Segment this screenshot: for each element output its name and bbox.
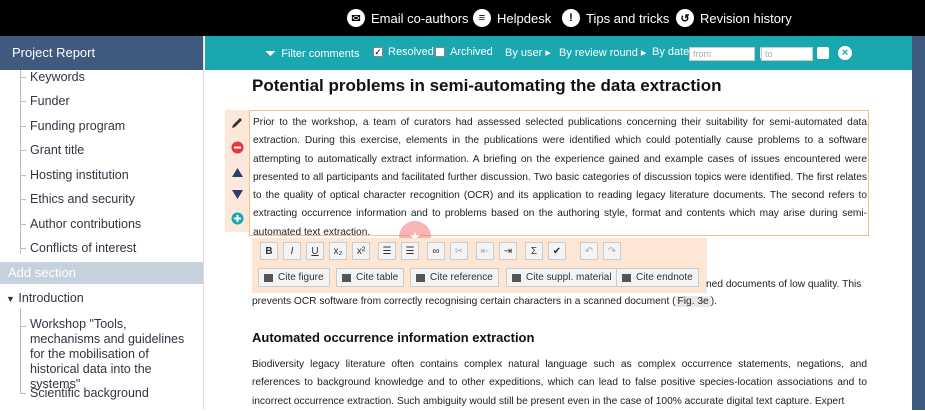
- paragraph-tools: [225, 110, 249, 232]
- by-user-button[interactable]: By user ▸: [505, 46, 551, 59]
- sidebar-item-conflicts[interactable]: Conflicts of interest: [30, 241, 136, 256]
- chat-icon: ≡: [473, 9, 491, 27]
- funnel-icon: ⏷: [265, 45, 277, 61]
- close-filter-icon[interactable]: ×: [838, 46, 852, 60]
- italic-button[interactable]: I: [283, 242, 301, 260]
- table-icon: [342, 273, 351, 282]
- cite-endnote-button[interactable]: Cite endnote: [616, 268, 699, 287]
- editor-toolbar: B I U x₂ x² ☰ ☰ ∞ ✂ ⇤ ⇥ Σ ✔ ↶ ↷ Cite fig…: [252, 238, 707, 293]
- by-review-round-button[interactable]: By review round ▸: [559, 46, 646, 59]
- subsection-heading: Automated occurrence information extract…: [252, 330, 535, 345]
- archived-checkbox[interactable]: Archived: [435, 46, 493, 58]
- date-from-input[interactable]: from: [689, 47, 755, 61]
- paragraph-text[interactable]: Prior to the workshop, a team of curator…: [253, 114, 867, 242]
- special-char-button[interactable]: Σ: [525, 242, 543, 260]
- resolved-checkbox[interactable]: ✓ Resolved: [373, 46, 434, 58]
- introduction-label: Introduction: [18, 291, 84, 305]
- resolved-label: Resolved: [388, 46, 434, 58]
- endnote-icon: [622, 273, 631, 282]
- date-to-input[interactable]: to: [761, 47, 813, 61]
- unlink-button[interactable]: ✂: [450, 242, 468, 260]
- sidebar-header[interactable]: Project Report: [0, 36, 203, 70]
- filter-comments-button[interactable]: ⏷ Filter comments: [265, 45, 359, 62]
- paragraph-fragment: ned documents of low quality. This: [706, 279, 862, 290]
- sidebar-item-grant-title[interactable]: Grant title: [30, 143, 84, 158]
- cite-endnote-label: Cite endnote: [636, 272, 693, 283]
- comment-filter-bar: ⏷ Filter comments ✓ Resolved Archived By…: [205, 36, 912, 70]
- numbered-list-button[interactable]: ☰: [378, 242, 396, 260]
- undo-button[interactable]: ↶: [580, 242, 598, 260]
- email-coauthors-link[interactable]: ✉ Email co-authors: [347, 8, 469, 28]
- link-button[interactable]: ∞: [427, 242, 445, 260]
- paragraph-line: prevents OCR software from correctly rec…: [252, 296, 717, 307]
- sidebar-item-ethics[interactable]: Ethics and security: [30, 192, 135, 207]
- helpdesk-link[interactable]: ≡ Helpdesk: [473, 8, 551, 28]
- move-up-icon[interactable]: [231, 166, 244, 179]
- outdent-button[interactable]: ⇤: [476, 242, 494, 260]
- filter-comments-label: Filter comments: [281, 47, 360, 60]
- archived-label: Archived: [450, 46, 493, 58]
- caret-down-icon: ▼: [6, 294, 15, 304]
- paragraph-line-end: ).: [710, 296, 717, 307]
- revision-history-label: Revision history: [700, 10, 792, 26]
- helpdesk-label: Helpdesk: [497, 10, 552, 26]
- paragraph-text[interactable]: Biodiversity legacy literature often con…: [252, 356, 867, 411]
- cite-figure-button[interactable]: Cite figure: [258, 268, 330, 287]
- bullet-list-button[interactable]: ☰: [401, 242, 419, 260]
- history-icon: ↺: [676, 9, 694, 27]
- underline-button[interactable]: U: [306, 242, 324, 260]
- calendar-icon[interactable]: [817, 47, 829, 59]
- add-section-button[interactable]: Add section: [0, 262, 203, 284]
- redo-button[interactable]: ↷: [603, 242, 621, 260]
- cite-figure-label: Cite figure: [278, 272, 324, 283]
- superscript-button[interactable]: x²: [352, 242, 370, 260]
- revision-history-link[interactable]: ↺ Revision history: [676, 8, 792, 28]
- tips-link[interactable]: ! Tips and tricks: [562, 8, 669, 28]
- sidebar-item-scientific-background[interactable]: Scientific background: [30, 386, 149, 401]
- sidebar: Project Report Keywords Funder Funding p…: [0, 36, 204, 410]
- right-edge-bar: [912, 36, 925, 410]
- sidebar-introduction[interactable]: ▼ Introduction: [6, 291, 84, 305]
- tree-line: [20, 70, 21, 254]
- email-coauthors-label: Email co-authors: [371, 10, 469, 26]
- cite-suppl-label: Cite suppl. material: [526, 272, 612, 283]
- sidebar-item-workshop[interactable]: Workshop "Tools, mechanisms and guidelin…: [30, 317, 200, 392]
- sidebar-item-hosting-institution[interactable]: Hosting institution: [30, 168, 129, 183]
- delete-icon[interactable]: [231, 141, 244, 154]
- sidebar-item-author-contributions[interactable]: Author contributions: [30, 217, 141, 232]
- by-date-label: By date: [652, 46, 690, 58]
- edit-pencil-icon[interactable]: [231, 116, 244, 129]
- sidebar-item-funding-program[interactable]: Funding program: [30, 119, 125, 134]
- folder-icon: [512, 273, 521, 282]
- reference-icon: [416, 273, 425, 282]
- cite-reference-label: Cite reference: [430, 272, 493, 283]
- cite-table-label: Cite table: [356, 272, 399, 283]
- checkbox-checked[interactable]: ✓: [373, 47, 383, 57]
- paragraph-line-text: prevents OCR software from correctly rec…: [252, 296, 676, 307]
- section-title: Potential problems in semi-automating th…: [252, 76, 722, 95]
- figure-icon: [264, 273, 273, 282]
- envelope-icon: ✉: [347, 9, 365, 27]
- top-bar: ✉ Email co-authors ≡ Helpdesk ! Tips and…: [0, 0, 925, 36]
- cite-table-button[interactable]: Cite table: [336, 268, 405, 287]
- tips-label: Tips and tricks: [586, 10, 670, 26]
- figure-reference-link[interactable]: Fig. 3e: [675, 296, 711, 307]
- cite-reference-button[interactable]: Cite reference: [410, 268, 499, 287]
- lightbulb-icon: !: [562, 9, 580, 27]
- checkbox-unchecked[interactable]: [435, 47, 445, 57]
- sidebar-item-funder[interactable]: Funder: [30, 94, 70, 109]
- cite-suppl-button[interactable]: Cite suppl. material: [506, 268, 618, 287]
- move-down-icon[interactable]: [231, 188, 244, 201]
- editable-paragraph[interactable]: Prior to the workshop, a team of curator…: [249, 110, 869, 238]
- bold-button[interactable]: B: [260, 242, 278, 260]
- spellcheck-button[interactable]: ✔: [548, 242, 566, 260]
- subscript-button[interactable]: x₂: [329, 242, 347, 260]
- indent-button[interactable]: ⇥: [499, 242, 517, 260]
- add-paragraph-icon[interactable]: [231, 212, 244, 225]
- sidebar-item-keywords[interactable]: Keywords: [30, 70, 85, 85]
